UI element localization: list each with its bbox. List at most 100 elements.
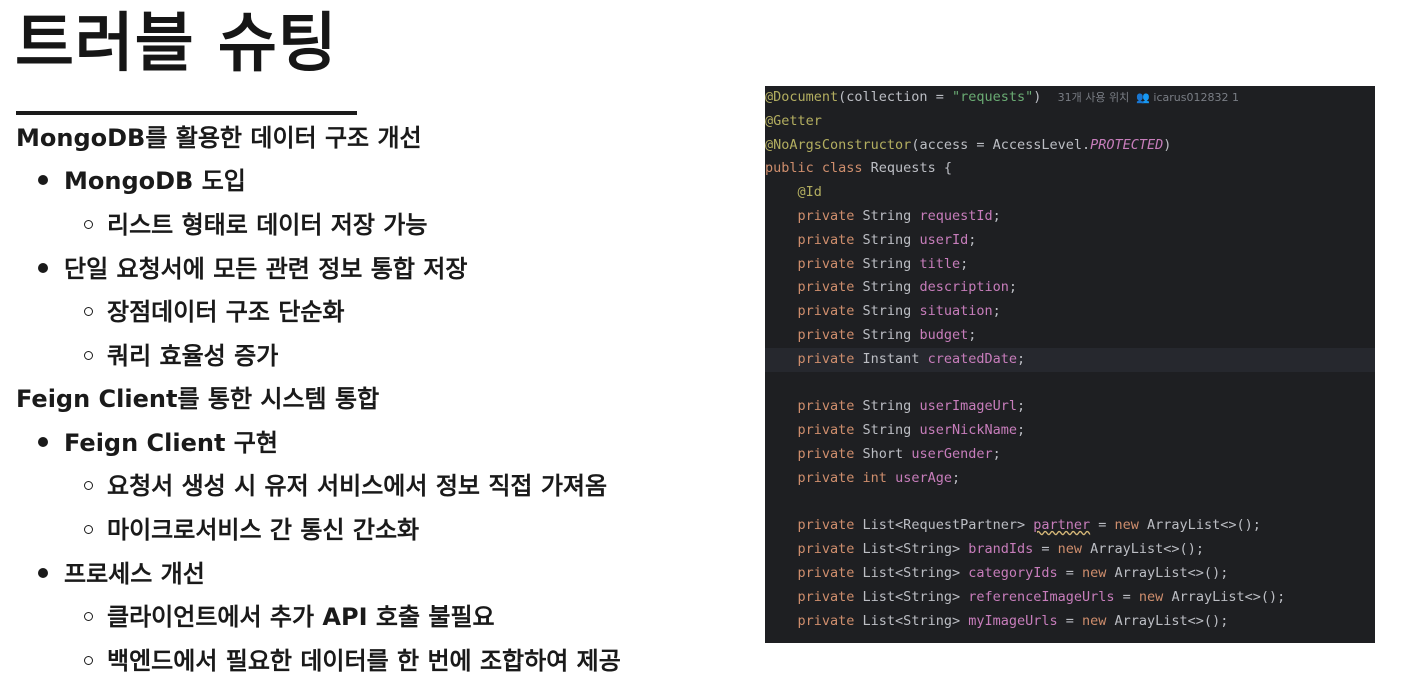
code-line: private String description; bbox=[765, 276, 1375, 300]
code-line: private List<String> categoryIds = new A… bbox=[765, 562, 1375, 586]
code-token: List<String> bbox=[862, 612, 969, 629]
code-token: ArrayList<>(); bbox=[1114, 612, 1229, 629]
code-token: (access = AccessLevel. bbox=[911, 136, 1091, 153]
code-token: = bbox=[1090, 517, 1115, 534]
code-token: new bbox=[1138, 588, 1172, 605]
code-line: public class Requests { bbox=[765, 157, 1375, 181]
code-line: private List<String> referenceImageUrls … bbox=[765, 586, 1375, 610]
code-line: private String userImageUrl; bbox=[765, 395, 1375, 419]
outline-text: 프로세스 개선 bbox=[64, 560, 205, 588]
code-token: private bbox=[797, 255, 863, 272]
code-token: userAge bbox=[895, 469, 952, 486]
code-token: new bbox=[1114, 517, 1148, 534]
code-token: ; bbox=[968, 327, 977, 343]
code-token: private bbox=[797, 303, 863, 320]
code-token: budget bbox=[919, 327, 969, 343]
code-token: List<String> bbox=[862, 541, 969, 558]
code-line: @Id bbox=[765, 181, 1375, 205]
code-token: private int bbox=[797, 469, 896, 486]
code-token: String bbox=[862, 208, 920, 224]
code-token: ; bbox=[992, 446, 1001, 462]
code-token: ; bbox=[1016, 350, 1026, 367]
code-line: @Getter bbox=[765, 110, 1375, 134]
code-line: @Document(collection = "requests") 31개 사… bbox=[765, 86, 1375, 110]
code-token: Instant bbox=[862, 350, 928, 367]
bullet-circle-icon bbox=[84, 481, 93, 490]
code-token: 31개 사용 위치 bbox=[1057, 91, 1137, 104]
code-token: (collection = bbox=[838, 89, 952, 105]
code-token: List<String> bbox=[862, 565, 969, 581]
code-line: private String userId; bbox=[765, 229, 1375, 253]
code-token: userImageUrl bbox=[919, 398, 1017, 415]
code-token: = bbox=[1114, 588, 1139, 605]
sub-bullet-item: 마이크로서비스 간 통신 간소화 bbox=[84, 514, 419, 546]
code-token: categoryIds bbox=[968, 565, 1058, 581]
sub-bullet-item: 쿼리 효율성 증가 bbox=[84, 340, 278, 372]
code-token: Short bbox=[862, 446, 912, 462]
bullet-circle-icon bbox=[84, 525, 93, 534]
code-token: private bbox=[797, 588, 863, 605]
code-token: @Document bbox=[765, 89, 839, 105]
bullet-circle-icon bbox=[84, 612, 93, 621]
code-line: private List<RequestPartner> partner = n… bbox=[765, 514, 1375, 538]
code-token: ; bbox=[951, 469, 961, 486]
code-token: partner bbox=[1033, 517, 1091, 534]
code-token: private bbox=[797, 612, 863, 629]
code-screenshot: @Document(collection = "requests") 31개 사… bbox=[765, 86, 1375, 643]
code-token: ArrayList<>(); bbox=[1090, 541, 1204, 558]
outline-text: 마이크로서비스 간 통신 간소화 bbox=[107, 516, 420, 544]
code-token: private bbox=[797, 327, 863, 343]
code-token: "requests" bbox=[951, 89, 1034, 105]
code-token: situation bbox=[919, 303, 993, 320]
outline-text: 장점데이터 구조 단순화 bbox=[107, 298, 345, 326]
code-line: private String budget; bbox=[765, 324, 1375, 348]
code-line: private String requestId; bbox=[765, 205, 1375, 229]
code-token: = bbox=[1057, 612, 1083, 629]
bullet-circle-icon bbox=[84, 307, 93, 316]
code-token: createdDate bbox=[927, 350, 1017, 367]
sub-bullet-item: 장점데이터 구조 단순화 bbox=[84, 296, 345, 328]
outline-text: 백엔드에서 필요한 데이터를 한 번에 조합하여 제공 bbox=[107, 647, 621, 675]
code-token: @NoArgsConstructor bbox=[765, 136, 912, 153]
section-heading: Feign Client를 통한 시스템 통합 bbox=[16, 383, 379, 415]
code-token: userGender bbox=[911, 446, 993, 462]
code-token: ) bbox=[1033, 89, 1058, 105]
code-token: private bbox=[797, 279, 863, 296]
code-token: = bbox=[1057, 565, 1083, 581]
code-token: private bbox=[797, 398, 863, 415]
code-token: ; bbox=[968, 231, 977, 248]
outline-text: 리스트 형태로 데이터 저장 가능 bbox=[107, 211, 428, 239]
code-token: private bbox=[797, 541, 863, 558]
code-token: @Id bbox=[797, 184, 822, 201]
bullet-dot-icon bbox=[38, 568, 48, 578]
outline-text: 쿼리 효율성 증가 bbox=[107, 342, 279, 370]
code-token: myImageUrls bbox=[968, 612, 1058, 629]
code-token: userId bbox=[919, 231, 969, 248]
code-token: String bbox=[862, 398, 920, 415]
code-token: ; bbox=[1008, 279, 1017, 296]
code-token: new bbox=[1082, 612, 1115, 629]
code-token: requestId bbox=[919, 208, 993, 224]
code-line: private Short userGender; bbox=[765, 443, 1375, 467]
sub-bullet-item: 요청서 생성 시 유저 서비스에서 정보 직접 가져옴 bbox=[84, 470, 607, 502]
code-token: public class bbox=[765, 160, 871, 177]
code-line: private int userAge; bbox=[765, 467, 1375, 491]
code-token: referenceImageUrls bbox=[968, 588, 1115, 605]
bullet-dot-icon bbox=[38, 263, 48, 273]
title-underline bbox=[16, 111, 357, 115]
code-token: String bbox=[862, 327, 920, 343]
code-token: ArrayList<>(); bbox=[1147, 517, 1261, 534]
code-token: private bbox=[797, 446, 863, 462]
code-token: new bbox=[1082, 565, 1115, 581]
outline-text: MongoDB 도입 bbox=[64, 167, 246, 195]
section-heading: MongoDB를 활용한 데이터 구조 개선 bbox=[16, 122, 422, 154]
